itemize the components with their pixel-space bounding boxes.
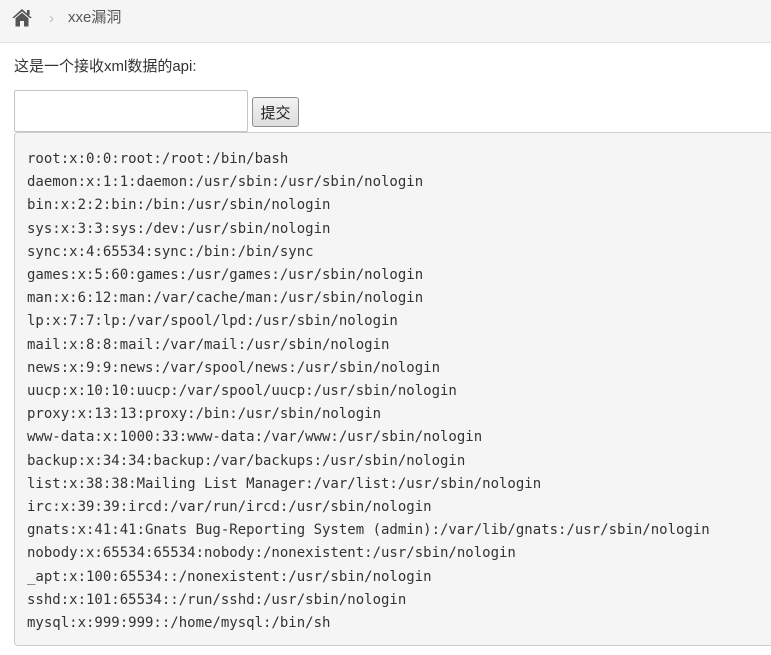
output-line: mail:x:8:8:mail:/var/mail:/usr/sbin/nolo… [27,336,390,353]
output-line: list:x:38:38:Mailing List Manager:/var/l… [27,475,542,492]
intro-text: 这是一个接收xml数据的api: [14,58,197,75]
output-line: gnats:x:41:41:Gnats Bug-Reporting System… [27,522,710,539]
output-panel: root:x:0:0:root:/root:/bin/bash daemon:x:… [14,132,771,646]
output-line: man:x:6:12:man:/var/cache/man:/usr/sbin/… [27,290,424,307]
output-line: backup:x:34:34:backup:/var/backups:/usr/… [27,452,466,469]
output-line: irc:x:39:39:ircd:/var/run/ircd:/usr/sbin… [27,499,432,516]
output-line: sync:x:4:65534:sync:/bin:/bin/sync [27,243,314,260]
submit-button[interactable]: 提交 [252,97,299,127]
output-line: lp:x:7:7:lp:/var/spool/lpd:/usr/sbin/nol… [27,313,398,330]
output-line: mysql:x:999:999::/home/mysql:/bin/sh [27,615,331,632]
breadcrumb-current: xxe漏洞 [68,9,122,26]
output-line: sys:x:3:3:sys:/dev:/usr/sbin/nologin [27,220,331,237]
output-line: games:x:5:60:games:/usr/games:/usr/sbin/… [27,267,424,284]
home-icon[interactable] [11,8,33,27]
output-line: www-data:x:1000:33:www-data:/var/www:/us… [27,429,483,446]
output-line: daemon:x:1:1:daemon:/usr/sbin:/usr/sbin/… [27,174,424,191]
output-line: bin:x:2:2:bin:/bin:/usr/sbin/nologin [27,197,331,214]
output-line: nobody:x:65534:65534:nobody:/nonexistent… [27,545,516,562]
breadcrumb: › xxe漏洞 [0,0,771,43]
xml-input[interactable] [14,90,248,132]
output-line: news:x:9:9:news:/var/spool/news:/usr/sbi… [27,359,441,376]
output-line: proxy:x:13:13:proxy:/bin:/usr/sbin/nolog… [27,406,382,423]
breadcrumb-separator: › [49,10,54,27]
output-line: sshd:x:101:65534::/run/sshd:/usr/sbin/no… [27,591,407,608]
output-line: uucp:x:10:10:uucp:/var/spool/uucp:/usr/s… [27,383,457,400]
output-line: _apt:x:100:65534::/nonexistent:/usr/sbin… [27,568,432,585]
output-line: root:x:0:0:root:/root:/bin/bash [27,151,289,167]
